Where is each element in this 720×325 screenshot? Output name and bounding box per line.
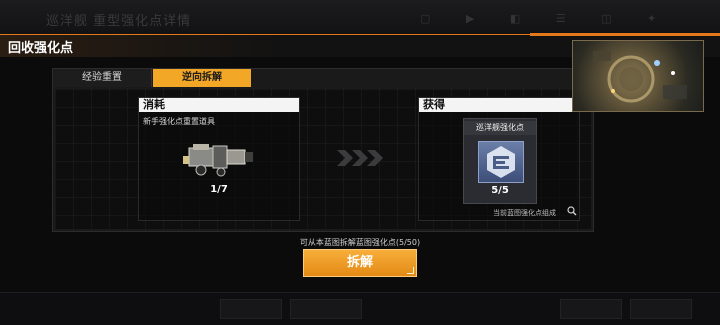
background-top-bar: 巡洋舰 重型强化点详情 ▢ ▶ ◧ ☰ ◫ ✦ bbox=[0, 0, 720, 34]
mechanical-module-icon[interactable] bbox=[179, 134, 259, 182]
background-title: 巡洋舰 重型强化点详情 bbox=[46, 14, 192, 29]
consume-count: 1/7 bbox=[210, 184, 228, 195]
disassemble-hint: 可从本蓝图拆解蓝图强化点(5/50) bbox=[299, 238, 421, 247]
consume-card: 消耗 新手强化点重置道具 1/7 bbox=[138, 97, 300, 221]
background-block bbox=[220, 299, 282, 319]
minimap-terrain bbox=[593, 51, 687, 103]
consume-header: 消耗 bbox=[139, 98, 299, 112]
dialog-title: 回收强化点 bbox=[8, 41, 74, 56]
disassemble-button[interactable]: 拆解 bbox=[303, 249, 417, 277]
minimap[interactable] bbox=[572, 40, 704, 112]
background-icons: ▢ ▶ ◧ ☰ ◫ ✦ bbox=[420, 12, 673, 25]
consume-description: 新手强化点重置道具 bbox=[143, 117, 215, 126]
search-icon[interactable] bbox=[567, 206, 577, 216]
background-bottom-bar bbox=[0, 292, 720, 325]
background-block bbox=[560, 299, 622, 319]
reward-label: 巡洋舰强化点 bbox=[464, 121, 536, 135]
obtain-header: 获得 bbox=[419, 98, 579, 112]
cruiser-enhancement-icon bbox=[478, 141, 524, 183]
reward-count: 5/5 bbox=[491, 185, 509, 196]
title-accent-line bbox=[530, 33, 720, 36]
tab-experience-reset[interactable]: 经验重置 bbox=[53, 69, 152, 87]
tab-reverse-disassemble[interactable]: 逆向拆解 bbox=[153, 69, 251, 87]
chevron-right-icon bbox=[337, 150, 383, 166]
disassemble-button-label: 拆解 bbox=[346, 255, 373, 270]
reward-tile[interactable]: 巡洋舰强化点 5/5 bbox=[463, 118, 537, 204]
obtain-card: 获得 巡洋舰强化点 5/5 当前蓝图强化点组成 bbox=[418, 97, 580, 221]
button-corner-decoration bbox=[407, 267, 414, 274]
background-block bbox=[290, 299, 362, 319]
background-block bbox=[630, 299, 692, 319]
reward-composition-note: 当前蓝图强化点组成 bbox=[493, 209, 556, 217]
